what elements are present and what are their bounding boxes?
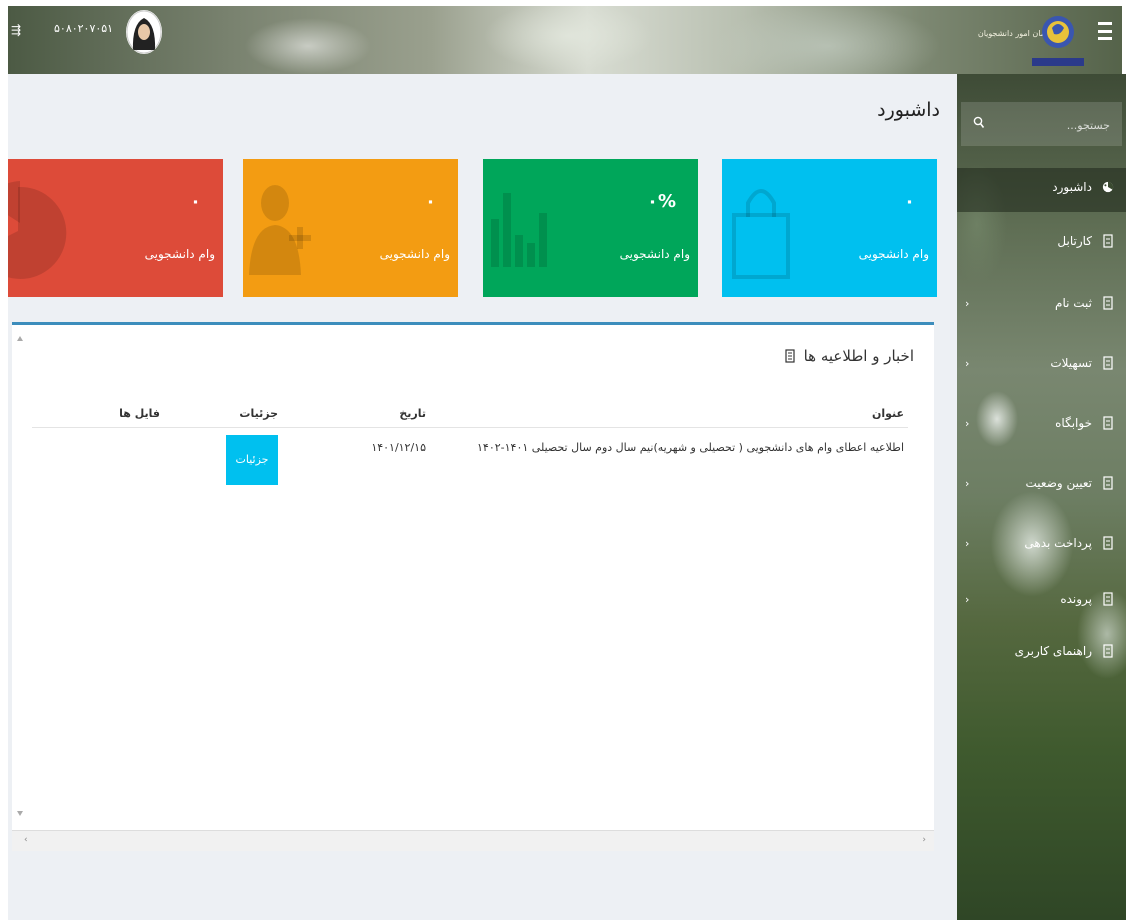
sidebar-item-label: خوابگاه [1055, 416, 1092, 430]
dashboard-icon [1102, 181, 1114, 193]
card-value: ۰ [425, 191, 436, 212]
column-header-files: فایل ها [32, 400, 164, 428]
pie-chart-icon [8, 181, 67, 279]
menu-toggle-icon[interactable] [1098, 22, 1112, 40]
news-table-header: عنوان تاریخ جزئیات فایل ها [32, 400, 908, 428]
details-button[interactable]: جزئیات [226, 435, 278, 485]
logo [988, 10, 1088, 68]
sidebar-item-user-guide[interactable]: راهنمای کاربری [957, 632, 1126, 676]
chevron-left-icon: › [965, 593, 970, 606]
document-icon [1103, 592, 1113, 606]
main-content: داشبورد ۰ وام دانشجویی ۰% وام دانشجویی ۰… [8, 74, 957, 920]
card-value: ۰ [904, 191, 915, 212]
sidebar-item-label: تعیین وضعیت [1025, 476, 1093, 490]
news-panel: اخبار و اطلاعیه ها عنوان تاریخ جزئیات فا… [12, 322, 934, 851]
card-label: وام دانشجویی [144, 247, 215, 261]
document-icon [1103, 296, 1113, 310]
sidebar-item-label: کارتابل [1057, 234, 1092, 248]
sidebar-item-dashboard[interactable]: داشبورد [957, 168, 1126, 212]
search-icon[interactable] [973, 116, 985, 130]
news-table: عنوان تاریخ جزئیات فایل ها اطلاعیه اعطای… [32, 400, 908, 498]
top-navbar: ⇶ ۵۰۸۰۲۰۷۰۵۱ سازمان امور دانشجویان [8, 6, 1122, 74]
shopping-bag-icon [732, 189, 790, 279]
stat-card-2[interactable]: ۰% وام دانشجویی [483, 159, 698, 297]
document-icon [1103, 644, 1113, 658]
chevron-left-icon: › [965, 537, 970, 550]
news-title-text: اخبار و اطلاعیه ها [803, 347, 914, 365]
news-files-cell [32, 428, 164, 499]
card-label: وام دانشجویی [379, 247, 450, 261]
document-icon [785, 349, 795, 363]
card-label: وام دانشجویی [619, 247, 690, 261]
sidebar-item-label: ثبت نام [1055, 296, 1092, 310]
document-icon [1103, 476, 1113, 490]
sidebar-item-status[interactable]: تعیین وضعیت › [957, 464, 1126, 508]
document-icon [1103, 416, 1113, 430]
page-title: داشبورد [877, 99, 940, 121]
horizontal-scrollbar[interactable]: ‹ › [12, 830, 934, 851]
sidebar-item-dormitory[interactable]: خوابگاه › [957, 404, 1126, 448]
search-input[interactable] [988, 114, 1112, 136]
column-header-date: تاریخ [282, 400, 430, 428]
sidebar-search [961, 102, 1122, 146]
sidebar-item-debt-payment[interactable]: پرداخت بدهی › [957, 524, 1126, 568]
stat-card-3[interactable]: ۰ وام دانشجویی [243, 159, 458, 297]
sidebar-item-label: راهنمای کاربری [1014, 644, 1092, 658]
chevron-left-icon: › [965, 297, 970, 310]
scroll-right-icon[interactable]: › [922, 835, 926, 845]
sidebar-item-facilities[interactable]: تسهیلات › [957, 344, 1126, 388]
sidebar-item-label: تسهیلات [1050, 356, 1092, 370]
sidebar-item-label: داشبورد [1052, 180, 1092, 194]
chevron-left-icon: › [965, 477, 970, 490]
stat-card-1[interactable]: ۰ وام دانشجویی [722, 159, 937, 297]
card-label: وام دانشجویی [858, 247, 929, 261]
stat-card-4[interactable]: ۰ وام دانشجویی [8, 159, 223, 297]
news-date-cell: ۱۴۰۱/۱۲/۱۵ [371, 441, 426, 454]
column-header-title: عنوان [430, 400, 908, 428]
news-panel-title: اخبار و اطلاعیه ها [785, 347, 914, 365]
document-icon [1103, 536, 1113, 550]
chevron-left-icon: › [965, 357, 970, 370]
chevron-left-icon: › [965, 417, 970, 430]
column-header-details: جزئیات [164, 400, 282, 428]
vertical-scrollbar[interactable] [12, 325, 28, 827]
card-value: ۰ [190, 191, 201, 212]
news-title-cell: اطلاعیه اعطای وام های دانشجویی ( تحصیلی … [477, 441, 904, 454]
add-user-icon [249, 185, 311, 275]
sidebar-item-file[interactable]: پرونده › [957, 580, 1126, 624]
sidebar-item-label: پرداخت بدهی [1024, 536, 1092, 550]
bar-chart-icon [491, 193, 547, 267]
sidebar: داشبورد کارتابل ثبت نام › تسهیلات › خواب… [957, 74, 1126, 920]
user-id: ۵۰۸۰۲۰۷۰۵۱ [54, 22, 114, 35]
sidebar-item-registration[interactable]: ثبت نام › [957, 284, 1126, 328]
logout-icon[interactable]: ⇶ [10, 20, 22, 40]
table-row: اطلاعیه اعطای وام های دانشجویی ( تحصیلی … [32, 428, 908, 499]
sidebar-item-label: پرونده [1060, 592, 1092, 606]
sidebar-item-cartable[interactable]: کارتابل [957, 222, 1126, 266]
scroll-left-icon[interactable]: ‹ [24, 835, 28, 845]
news-details-cell: جزئیات [164, 428, 282, 499]
document-icon [1103, 234, 1113, 248]
avatar[interactable] [126, 10, 162, 54]
card-value: ۰% [646, 191, 676, 212]
document-icon [1103, 356, 1113, 370]
